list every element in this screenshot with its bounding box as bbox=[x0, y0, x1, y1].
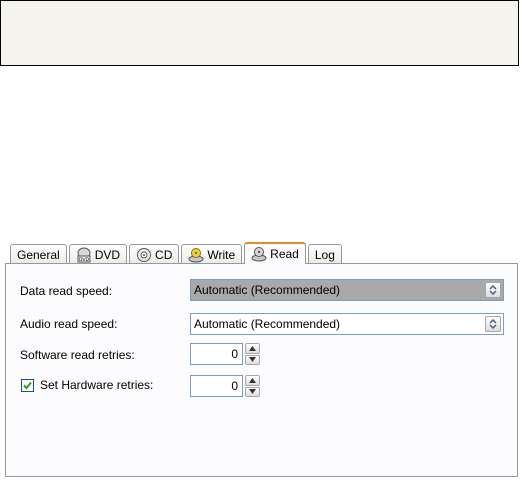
software-read-retries-input[interactable]: 0 bbox=[190, 343, 243, 365]
tab-general[interactable]: General bbox=[10, 244, 67, 264]
spin-down-arrow-icon[interactable] bbox=[245, 386, 260, 397]
write-disc-icon bbox=[188, 247, 204, 263]
audio-read-speed-label: Audio read speed: bbox=[20, 317, 118, 331]
tab-cd-label: CD bbox=[155, 247, 173, 262]
svg-text:DVD: DVD bbox=[79, 257, 89, 263]
set-hardware-retries-checkbox[interactable] bbox=[21, 379, 34, 392]
updown-chevron-icon[interactable] bbox=[485, 316, 501, 332]
tab-write-label: Write bbox=[207, 247, 236, 262]
hardware-retries-spinner bbox=[245, 375, 260, 397]
top-empty-panel bbox=[0, 0, 519, 66]
tab-dvd-label: DVD bbox=[94, 247, 121, 262]
data-read-speed-value: Automatic (Recommended) bbox=[194, 283, 341, 297]
hardware-retries-input[interactable]: 0 bbox=[190, 375, 243, 397]
tab-log[interactable]: Log bbox=[307, 244, 342, 264]
data-read-speed-label: Data read speed: bbox=[20, 284, 113, 298]
software-read-retries-spinner bbox=[245, 343, 260, 365]
audio-read-speed-value: Automatic (Recommended) bbox=[194, 317, 341, 331]
dvd-drive-icon: DVD bbox=[76, 247, 92, 263]
set-hardware-retries-label: Set Hardware retries: bbox=[40, 378, 154, 392]
updown-chevron-icon[interactable] bbox=[485, 282, 501, 298]
tab-read[interactable]: Read bbox=[244, 242, 306, 264]
spin-down-arrow-icon[interactable] bbox=[245, 354, 260, 365]
spin-up-arrow-icon[interactable] bbox=[245, 343, 260, 354]
checkmark-icon bbox=[23, 381, 32, 390]
tab-write[interactable]: Write bbox=[181, 244, 243, 264]
read-settings-panel: Data read speed: Automatic (Recommended)… bbox=[5, 263, 518, 477]
tab-cd[interactable]: CD bbox=[129, 244, 180, 264]
tab-read-label: Read bbox=[270, 247, 299, 261]
read-disc-icon bbox=[251, 246, 267, 262]
tab-strip: General DVD DVD CD Write Read Log bbox=[10, 242, 344, 264]
tab-general-label: General bbox=[17, 247, 60, 262]
audio-read-speed-select[interactable]: Automatic (Recommended) bbox=[190, 313, 504, 335]
spin-up-arrow-icon[interactable] bbox=[245, 375, 260, 386]
tab-log-label: Log bbox=[314, 247, 335, 262]
tab-dvd[interactable]: DVD DVD bbox=[68, 244, 128, 264]
data-read-speed-select[interactable]: Automatic (Recommended) bbox=[190, 279, 504, 301]
software-read-retries-label: Software read retries: bbox=[20, 348, 135, 362]
cd-disc-icon bbox=[136, 247, 152, 263]
